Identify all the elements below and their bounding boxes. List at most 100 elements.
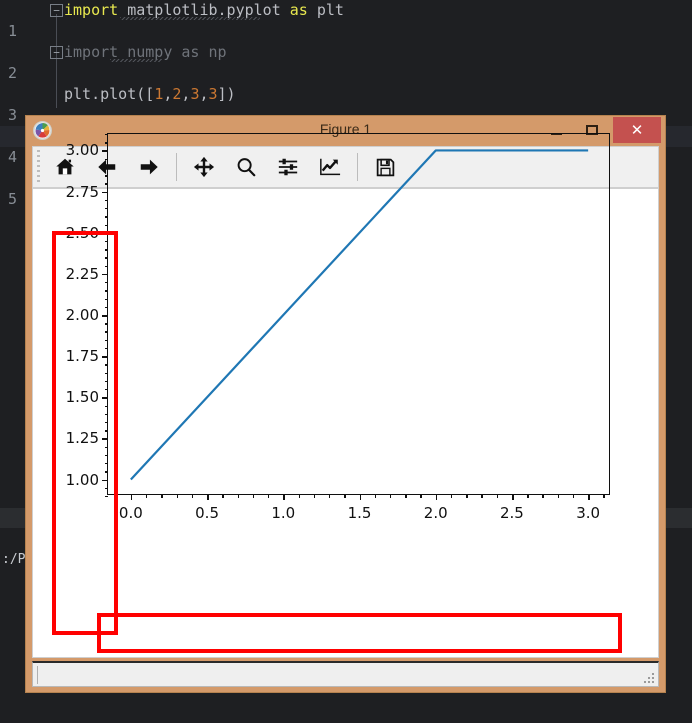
fold-marker-icon[interactable]: − (50, 4, 63, 17)
y-tick-minor (104, 282, 108, 284)
token-comma: , (199, 85, 209, 103)
token-as: as (289, 1, 308, 19)
y-tick-minor (104, 183, 108, 185)
token-alias: plt (307, 1, 344, 19)
x-tick-minor (374, 494, 377, 498)
y-tick-major (102, 315, 108, 317)
y-tick-minor (104, 199, 108, 202)
close-button[interactable]: ✕ (613, 117, 661, 143)
y-tick-minor (104, 331, 108, 333)
y-tick-minor (104, 134, 108, 136)
x-tick-label: 3.0 (576, 504, 601, 522)
token-as: as (181, 43, 200, 61)
x-tick-minor (603, 494, 605, 498)
x-tick-minor (450, 494, 453, 498)
token-import: import (64, 1, 119, 19)
y-tick-label: 2.00 (65, 306, 99, 324)
y-tick-minor (104, 454, 108, 457)
y-tick-major (102, 273, 108, 276)
x-tick-minor (344, 494, 346, 498)
y-tick-minor (104, 175, 108, 177)
y-tick-minor (104, 471, 108, 473)
token-number: 1 (154, 85, 164, 103)
code-text-3: plt.plot([1,2,3,3]) (64, 84, 236, 105)
x-tick-minor (420, 494, 422, 498)
y-tick-label: 2.25 (65, 264, 99, 283)
x-tick-minor (466, 494, 468, 498)
x-tick-label: 1.0 (271, 504, 296, 522)
y-tick-minor (104, 323, 108, 325)
x-tick-minor (405, 494, 407, 498)
line-number: 1 (8, 22, 18, 40)
resize-grip-icon[interactable] (644, 673, 655, 684)
y-tick-minor (104, 298, 108, 300)
plot-axes[interactable]: 1.00 1.25 1.50 1.75 2.00 2.25 2.50 2.75 3.00 0.0… (66, 133, 610, 522)
y-tick-minor (104, 249, 108, 251)
x-tick-minor (542, 494, 544, 498)
x-tick-major (130, 494, 133, 500)
y-tick-minor (104, 166, 108, 169)
code-line-2[interactable]: 2 − import numpy as np (0, 42, 692, 82)
x-tick-minor (481, 494, 483, 498)
x-tick-minor (298, 494, 300, 498)
x-tick-label: 2.5 (499, 504, 524, 522)
x-tick-minor (496, 494, 499, 498)
x-tick-minor (572, 494, 575, 498)
x-tick-minor (191, 494, 194, 498)
y-tick-minor (104, 421, 108, 424)
y-tick-label: 3.00 (65, 141, 99, 160)
token-number: 3 (208, 85, 218, 103)
y-tick-minor (104, 290, 108, 292)
x-tick-minor (176, 494, 178, 498)
y-tick-minor (104, 372, 108, 374)
y-tick-minor (104, 364, 108, 366)
x-tick-minor (329, 494, 331, 498)
y-tick-minor (104, 224, 108, 226)
y-tick-major (102, 191, 108, 194)
y-tick-minor (104, 430, 108, 432)
y-tick-major (102, 397, 108, 399)
y-tick-major (102, 232, 108, 235)
spellcheck-squiggle (120, 17, 260, 20)
y-tick-minor (104, 265, 108, 268)
token-call: plt.plot([ (64, 85, 155, 103)
x-tick-major (588, 494, 590, 500)
token-alias: np (199, 43, 227, 61)
y-tick-minor (104, 446, 108, 449)
x-tick-label: 0.0 (118, 504, 143, 522)
close-icon: ✕ (630, 121, 644, 139)
x-tick-major (359, 494, 362, 500)
y-tick-label: 1.75 (65, 347, 99, 366)
x-tick-minor (268, 494, 270, 498)
y-tick-minor (104, 413, 108, 416)
x-tick-major (511, 494, 514, 500)
x-tick-major (207, 494, 209, 500)
y-tick-minor (104, 306, 108, 309)
y-tick-minor (104, 142, 108, 144)
x-tick-minor (237, 494, 239, 498)
y-tick-minor (104, 405, 108, 407)
y-tick-label: 1.25 (65, 429, 99, 448)
x-tick-major (435, 494, 438, 500)
code-line-3[interactable]: 3 plt.plot([1,2,3,3]) (0, 84, 692, 124)
line-number: 2 (8, 64, 18, 82)
y-tick-minor (104, 158, 108, 161)
fold-marker-icon[interactable]: − (50, 46, 63, 59)
y-tick-minor (104, 257, 108, 259)
y-tick-label: 2.50 (65, 223, 99, 242)
x-tick-minor (527, 494, 529, 498)
y-tick-minor (104, 339, 108, 342)
y-tick-label: 1.50 (65, 388, 99, 407)
y-tick-major (102, 356, 108, 358)
y-tick-minor (104, 389, 108, 391)
x-tick-minor (222, 494, 224, 498)
toolbar-drag-handle[interactable] (34, 150, 44, 184)
figure-statusbar (32, 661, 659, 687)
code-line-1[interactable]: 1 − import matplotlib.pyplot as plt (0, 0, 692, 40)
x-tick-label: 2.0 (423, 504, 448, 522)
y-tick-minor (104, 496, 108, 498)
x-tick-minor (161, 494, 163, 498)
x-tick-minor (313, 494, 316, 498)
y-tick-minor (104, 216, 108, 218)
x-tick-minor (252, 494, 255, 498)
